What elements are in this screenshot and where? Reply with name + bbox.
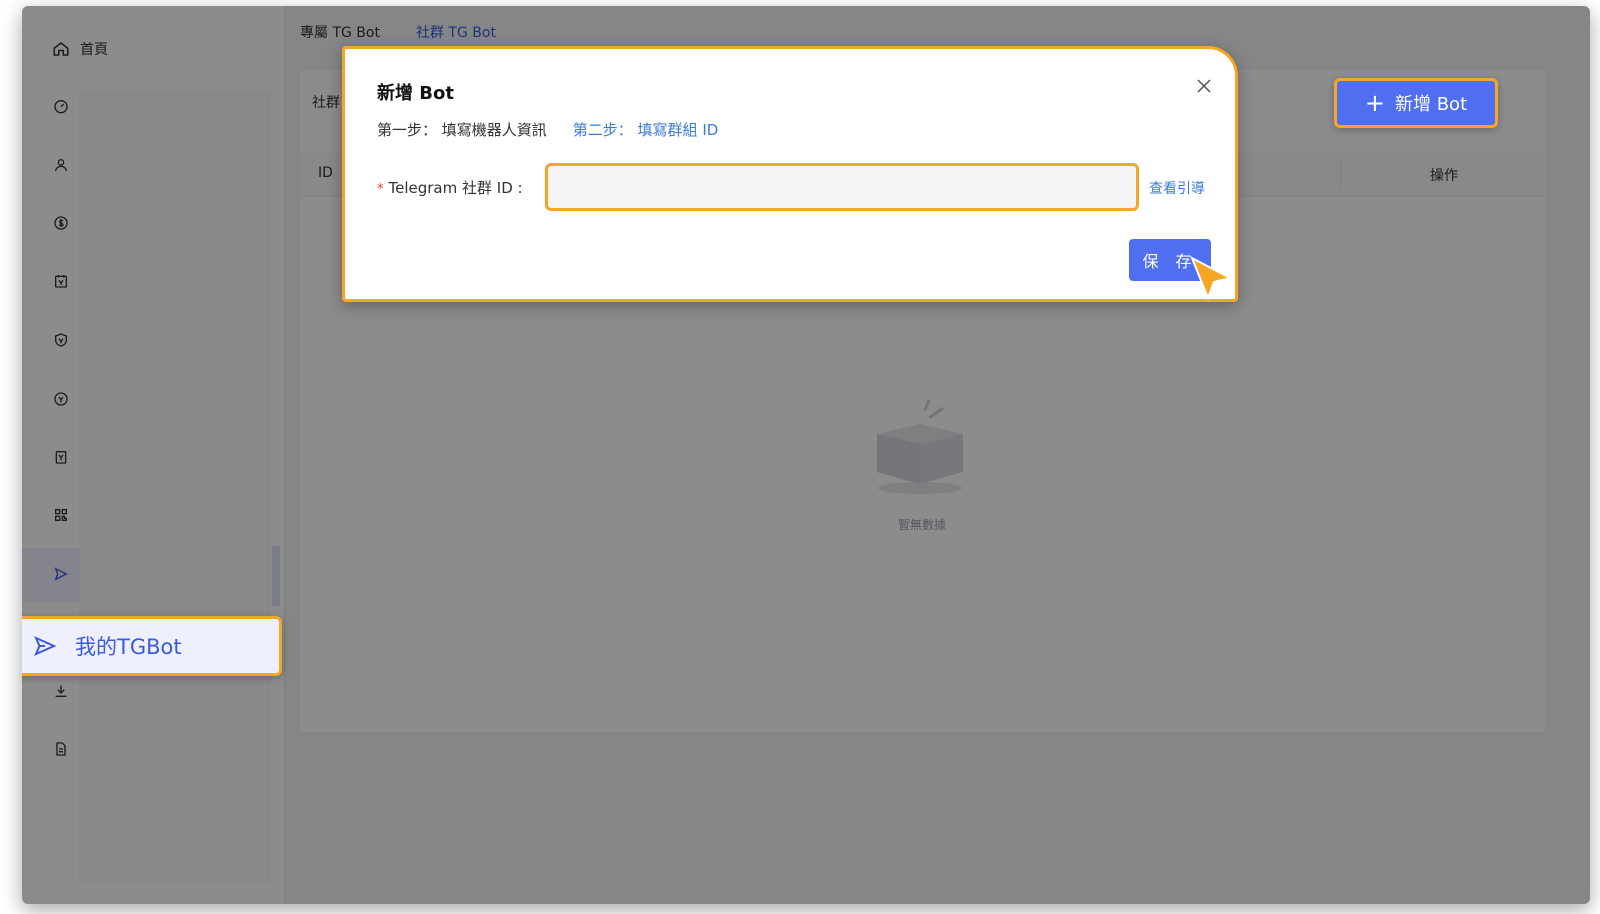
add-bot-button[interactable]: + 新增 Bot (1334, 78, 1498, 128)
add-bot-label: 新增 Bot (1394, 94, 1468, 115)
step-indicator: 第一步： 填寫機器人資訊 第二步： 填寫群組 ID (377, 119, 718, 140)
view-guide-link[interactable]: 查看引導 (1149, 178, 1205, 198)
sidebar-item-label: 我的TGBot (75, 635, 182, 659)
close-icon[interactable] (1193, 75, 1215, 97)
send-icon (34, 636, 57, 656)
plus-icon: + (1364, 89, 1385, 117)
telegram-group-id-input[interactable] (545, 163, 1139, 211)
required-marker: * (377, 182, 384, 197)
step-one: 第一步： 填寫機器人資訊 (377, 121, 547, 139)
telegram-id-label: * Telegram 社群 ID : (377, 177, 523, 198)
app-window: 首頁 專屬 TG Bot 社群 TG Bot 社群 ID 操作 暫無數據 + 新… (22, 6, 1590, 904)
add-bot-dialog: 新增 Bot 第一步： 填寫機器人資訊 第二步： 填寫群組 ID * Telegr… (342, 46, 1238, 302)
telegram-id-label-text: Telegram 社群 ID : (388, 179, 523, 197)
cursor-pointer-icon (1190, 255, 1233, 301)
dialog-title: 新增 Bot (377, 83, 454, 104)
sidebar-item-my-tgbot[interactable]: 我的TGBot (22, 616, 282, 676)
step-two: 第二步： 填寫群組 ID (572, 121, 719, 139)
